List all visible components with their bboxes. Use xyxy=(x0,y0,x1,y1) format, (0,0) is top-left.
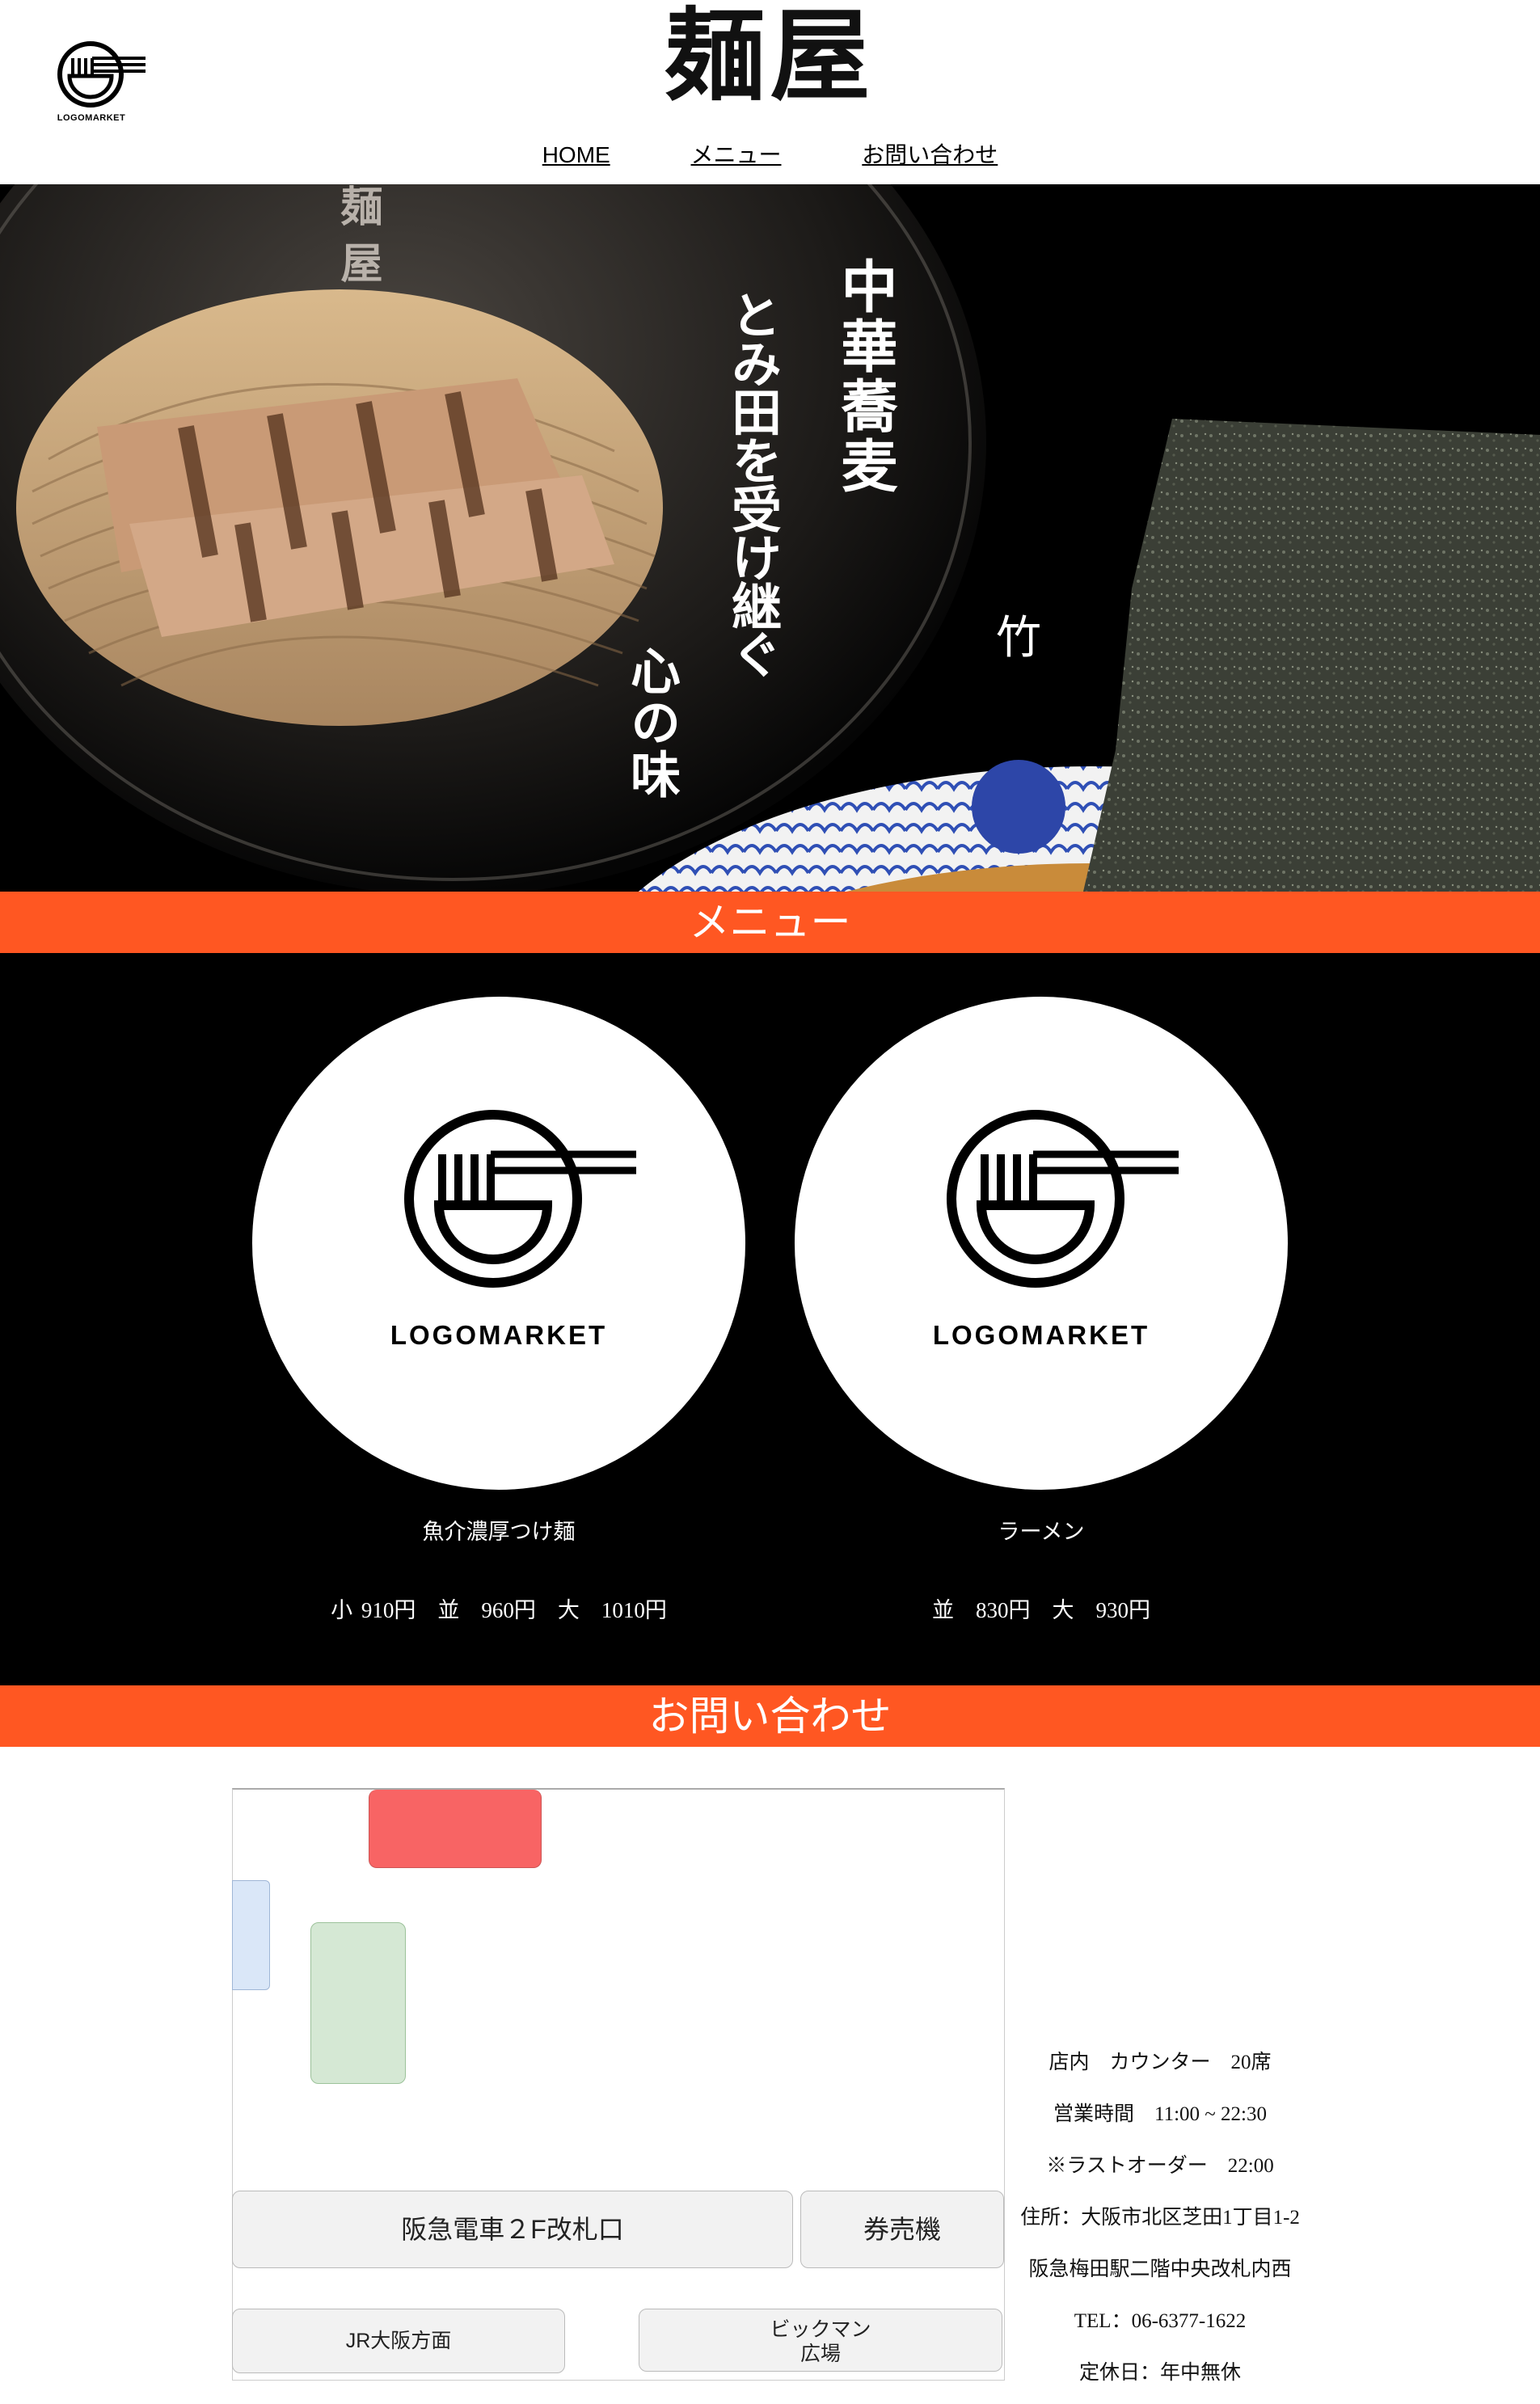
menu-item-price: 小 910円 並 960円 大 1010円 xyxy=(331,1598,667,1622)
info-holiday: 定休日：年中無休 xyxy=(1078,2362,1241,2384)
menu-item-name: 魚介濃厚つけ麺 xyxy=(422,1520,576,1544)
logo-caption: LOGOMARKET xyxy=(390,1320,608,1350)
brand-title: 麺屋 xyxy=(665,0,875,115)
ramen-logo-icon xyxy=(57,41,146,108)
menu-section: LOGOMARKET LOGOMARKET 魚介濃厚つけ麺 ラーメン 小 910… xyxy=(0,953,1540,1685)
info-seats: 店内 カウンター 20席 xyxy=(1048,2052,1272,2073)
header-logo[interactable]: LOGOMARKET xyxy=(55,40,146,129)
info-hours: 営業時間 11:00 ~ 22:30 xyxy=(1053,2103,1267,2125)
info-last-order: ※ラストオーダー 22:00 xyxy=(1046,2155,1274,2177)
menu-item-image[interactable]: LOGOMARKET xyxy=(252,997,745,1490)
menu-item-name: ラーメン xyxy=(998,1520,1085,1544)
map-bigman-label: ビックマン広場 xyxy=(639,2309,1002,2372)
bowl-print-text: 麺 屋 xyxy=(333,184,382,284)
hero-tagline-3: 心の味 xyxy=(622,645,681,800)
map-store-area xyxy=(369,1790,542,1868)
info-address: 住所：大阪市北区芝田1丁目1-2 xyxy=(1020,2207,1300,2229)
logo-icon xyxy=(943,1110,1185,1292)
map-gate-label: 阪急電車２F改札口 xyxy=(232,2191,793,2268)
menu-section-heading: メニュー xyxy=(0,892,1540,953)
logo-caption: LOGOMARKET xyxy=(932,1320,1150,1350)
map-jr-direction-label: JR大阪方面 xyxy=(232,2309,565,2373)
nav-home-link[interactable]: HOME xyxy=(542,142,610,167)
hero-tagline-1: 中華蕎麦 xyxy=(832,257,899,496)
nav-menu-link[interactable]: メニュー xyxy=(690,142,781,167)
map-green-area xyxy=(310,1922,406,2084)
main-nav: HOME メニュー お問い合わせ xyxy=(0,137,1540,170)
info-location: 阪急梅田駅二階中央改札内西 xyxy=(1028,2258,1292,2280)
map-blue-area xyxy=(232,1880,270,1990)
logo-icon xyxy=(400,1110,643,1292)
store-map: 阪急電車２F改札口 券売機 JR大阪方面 ビックマン広場 xyxy=(232,1788,1005,2381)
logo-caption: LOGOMARKET xyxy=(57,113,126,123)
bowl-badge: 竹 xyxy=(996,612,1041,664)
info-phone: TEL：06-6377-1622 xyxy=(1074,2310,1247,2332)
menu-item-price: 並 830円 大 930円 xyxy=(932,1598,1150,1622)
contact-section-heading: お問い合わせ xyxy=(0,1685,1540,1747)
map-ticket-machine-label: 券売機 xyxy=(800,2191,1004,2268)
hero-tagline-2: とみ田を受け継ぐ xyxy=(723,289,782,677)
store-info: 店内 カウンター 20席 営業時間 11:00 ~ 22:30 ※ラストオーダー… xyxy=(1006,2037,1314,2399)
nav-contact-link[interactable]: お問い合わせ xyxy=(862,142,998,167)
menu-item-image[interactable]: LOGOMARKET xyxy=(795,997,1288,1490)
hero-banner: 麺 屋 中華蕎麦 とみ田を受け継ぐ 心の味 竹 xyxy=(0,184,1540,892)
